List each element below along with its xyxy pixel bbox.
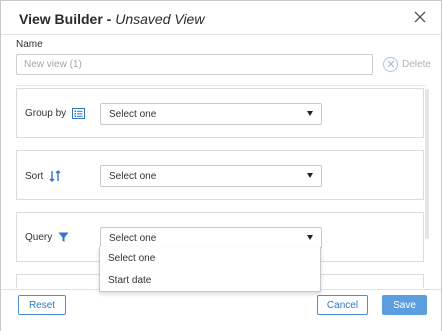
view-builder-dialog: View Builder - Unsaved View Name Delete … [0, 0, 442, 331]
query-label-text: Query [25, 232, 53, 243]
filter-icon [58, 232, 69, 243]
name-label: Name [16, 39, 43, 50]
query-select[interactable]: Select one [100, 227, 322, 249]
scrollbar[interactable] [425, 89, 429, 239]
dialog-subtitle: Unsaved View [115, 11, 205, 27]
group-by-label: Group by [25, 108, 86, 119]
chevron-down-icon [307, 235, 313, 240]
sort-label: Sort [25, 170, 61, 182]
chevron-down-icon [307, 173, 313, 178]
view-name-input[interactable] [16, 54, 373, 75]
query-dropdown-menu: Select one Start date [99, 247, 321, 292]
query-select-value: Select one [109, 233, 157, 244]
chevron-down-icon [307, 111, 313, 116]
list-icon [72, 108, 86, 119]
delete-button[interactable]: Delete [383, 56, 431, 72]
dropdown-option-start-date[interactable]: Start date [100, 269, 320, 291]
dropdown-option-select-one[interactable]: Select one [100, 247, 320, 269]
dialog-title-text: View Builder - [19, 11, 112, 27]
sort-arrows-icon [49, 170, 61, 182]
group-by-select[interactable]: Select one [100, 103, 322, 125]
save-button[interactable]: Save [382, 295, 427, 315]
sort-select-value: Select one [109, 171, 157, 182]
dialog-footer: Reset Cancel Save [1, 289, 441, 331]
sort-select[interactable]: Select one [100, 165, 322, 187]
sort-section: Sort Select one [16, 150, 424, 200]
close-icon[interactable] [413, 10, 427, 24]
query-label: Query [25, 232, 69, 243]
group-by-section: Group by Select one [16, 88, 424, 138]
dialog-title: View Builder - Unsaved View [19, 11, 204, 27]
delete-label: Delete [402, 58, 431, 70]
reset-button[interactable]: Reset [18, 295, 66, 315]
dialog-header: View Builder - Unsaved View [1, 1, 441, 35]
group-by-select-value: Select one [109, 109, 157, 120]
delete-x-circle-icon [383, 56, 398, 72]
group-by-label-text: Group by [25, 108, 67, 119]
cancel-button[interactable]: Cancel [317, 295, 368, 315]
sort-label-text: Sort [25, 170, 44, 182]
